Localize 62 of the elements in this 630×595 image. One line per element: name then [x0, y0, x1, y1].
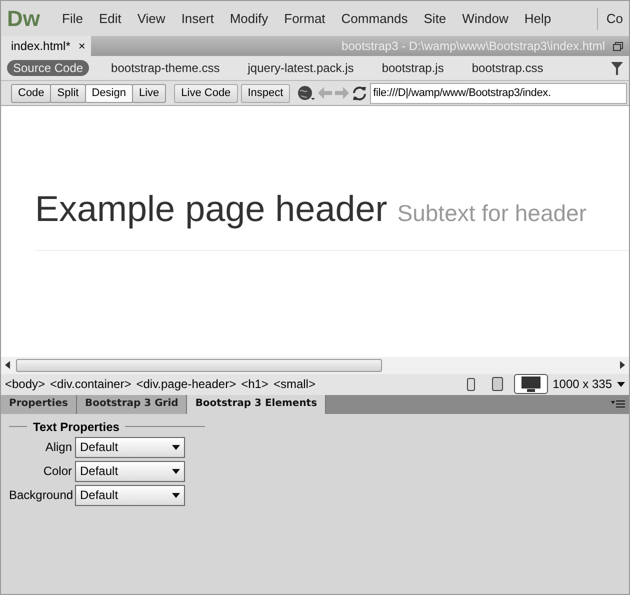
toolbar-button[interactable]: Inspect — [240, 84, 290, 102]
menu-item[interactable]: File — [54, 11, 91, 26]
menu-item[interactable]: Edit — [90, 11, 130, 26]
restore-icon[interactable] — [613, 42, 623, 50]
view-button[interactable]: Code — [11, 84, 52, 102]
menu-item[interactable]: Help — [516, 11, 560, 26]
panel-tab[interactable]: Bootstrap 3 Elements — [187, 394, 326, 414]
tag-selector-item[interactable]: <body> — [5, 377, 46, 391]
document-tab[interactable]: index.html* × — [1, 36, 92, 56]
view-button[interactable]: Design — [84, 84, 133, 102]
refresh-icon[interactable] — [352, 86, 368, 100]
document-path: bootstrap3 - D:\wamp\www\Bootstrap3\index.html — [342, 39, 606, 53]
menu-item[interactable]: Insert — [173, 11, 222, 26]
tablet-icon — [492, 377, 503, 391]
globe-icon[interactable] — [297, 85, 316, 101]
panel-tab[interactable]: Properties — [1, 394, 77, 414]
window-size[interactable]: 1000 x 335 — [552, 377, 612, 391]
dropdown-arrow-icon — [172, 468, 180, 474]
field-label: Color — [42, 464, 73, 478]
view-button[interactable]: Live — [132, 84, 166, 102]
scroll-left-icon[interactable] — [5, 361, 10, 369]
tag-selector-item[interactable]: <h1> — [241, 377, 268, 391]
menu-item[interactable]: Commands — [333, 11, 416, 26]
phone-icon — [466, 378, 475, 390]
menu-item[interactable]: View — [129, 11, 174, 26]
address-field[interactable]: file:///D|/wamp/www/Bootstrap3/index. — [370, 82, 627, 104]
field-label: Align — [44, 440, 73, 454]
device-button[interactable] — [514, 374, 548, 394]
menu-item[interactable]: Co — [606, 11, 623, 26]
panel-menu-icon[interactable] — [611, 400, 625, 408]
related-file-tab[interactable]: Source Code — [7, 60, 90, 76]
app-logo: Dw — [7, 6, 40, 32]
section-title: Text Properties — [33, 420, 120, 434]
tag-selector-item[interactable]: <div.container> — [50, 377, 132, 391]
menu-item[interactable]: Site — [416, 11, 454, 26]
related-file-tab[interactable]: bootstrap.js — [376, 60, 450, 76]
scrollbar-thumb[interactable] — [16, 358, 382, 372]
tab-label: index.html* — [11, 39, 70, 53]
related-file-tab[interactable]: bootstrap.css — [466, 60, 550, 76]
menu-item[interactable]: Format — [276, 11, 334, 26]
page-heading: Example page header — [35, 188, 388, 230]
menu-item[interactable]: Modify — [222, 11, 276, 26]
view-button[interactable]: Split — [50, 84, 86, 102]
toolbar-button[interactable]: Live Code — [174, 84, 238, 102]
page-subtext: Subtext for header — [397, 200, 586, 227]
dropdown[interactable]: Default — [75, 484, 185, 506]
dropdown[interactable]: Default — [75, 460, 185, 482]
filter-icon[interactable] — [611, 62, 623, 74]
caret-icon — [617, 382, 625, 386]
menu-item[interactable]: Window — [454, 11, 516, 26]
dropdown[interactable]: Default — [75, 436, 185, 458]
tag-selector-item[interactable]: <div.page-header> — [136, 377, 236, 391]
dropdown-arrow-icon — [172, 444, 180, 450]
close-button[interactable]: × — [78, 39, 86, 53]
scroll-right-icon[interactable] — [620, 361, 625, 369]
field-label: Background — [9, 488, 74, 502]
panel-tab[interactable]: Bootstrap 3 Grid — [76, 394, 188, 414]
related-file-tab[interactable]: bootstrap-theme.css — [105, 60, 226, 76]
monitor-icon — [520, 376, 541, 392]
dropdown-arrow-icon — [172, 492, 180, 498]
related-file-tab[interactable]: jquery-latest.pack.js — [242, 60, 360, 76]
tag-selector-item[interactable]: <small> — [273, 377, 316, 391]
